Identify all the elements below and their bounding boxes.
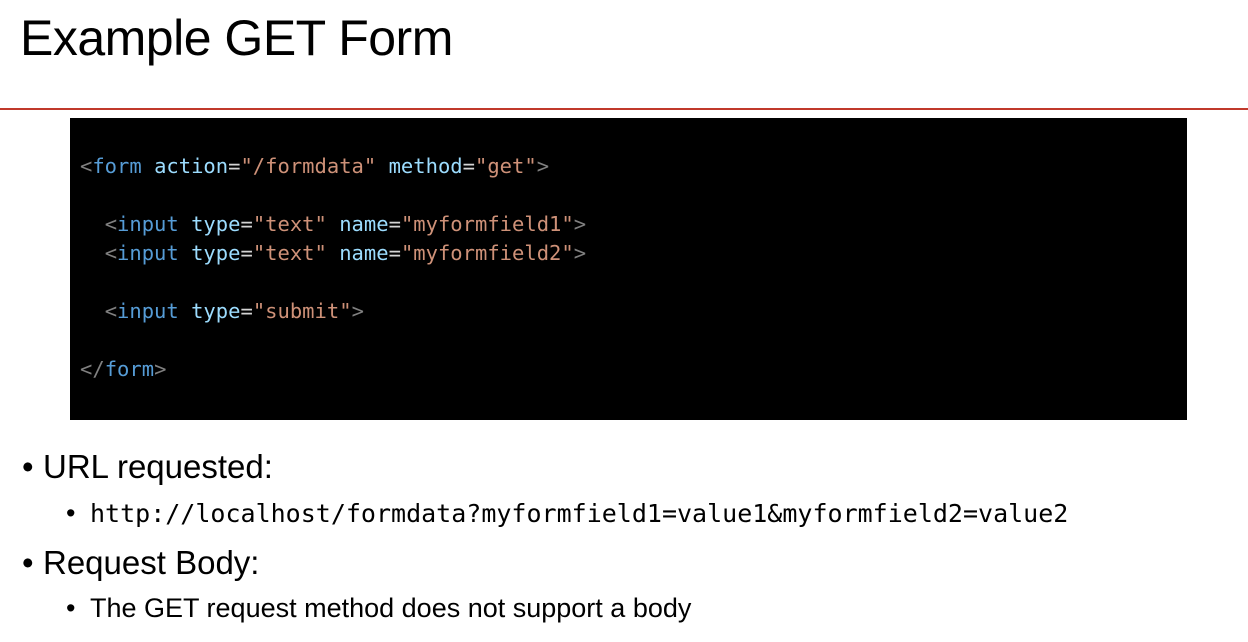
code-attribute: type <box>191 241 241 265</box>
code-bracket: < <box>104 212 118 236</box>
bullet-dot: • <box>22 448 34 485</box>
code-attribute: method <box>388 154 463 178</box>
bullet-url-requested: • URL requested: <box>22 447 273 487</box>
code-string: "/formdata" <box>240 154 377 178</box>
code-tag: input <box>117 212 179 236</box>
code-line-input-field2: <input type="text" name="myformfield2"> <box>80 240 586 266</box>
code-tag: input <box>117 241 179 265</box>
slide-title: Example GET Form <box>20 10 453 66</box>
bullet-dot: • <box>22 544 34 581</box>
bullet-dot: • <box>66 498 76 528</box>
bullet-request-body: • Request Body: <box>22 543 259 583</box>
code-equals: = <box>462 154 475 178</box>
code-tag: form <box>104 357 155 381</box>
code-attribute: name <box>339 241 389 265</box>
code-equals: = <box>240 241 253 265</box>
code-bracket: > <box>573 212 587 236</box>
bullet-heading: URL requested: <box>43 448 273 485</box>
code-bracket: < <box>104 299 118 323</box>
code-line-input-submit: <input type="submit"> <box>80 298 364 324</box>
bullet-dot: • <box>66 593 76 623</box>
code-bracket: > <box>536 154 550 178</box>
code-string: "get" <box>474 154 537 178</box>
url-value: http://localhost/formdata?myformfield1=v… <box>90 499 1069 528</box>
code-bracket: </ <box>80 357 105 381</box>
code-attribute: type <box>191 212 241 236</box>
code-equals: = <box>388 241 401 265</box>
code-attribute: action <box>154 154 229 178</box>
code-bracket: > <box>154 357 167 381</box>
code-attribute: name <box>339 212 389 236</box>
code-bracket: > <box>351 299 364 323</box>
code-line-input-field1: <input type="text" name="myformfield1"> <box>80 211 586 237</box>
code-string: "myformfield2" <box>400 241 574 265</box>
code-equals: = <box>388 212 401 236</box>
bullet-heading: Request Body: <box>43 544 260 581</box>
code-string: "text" <box>252 212 327 236</box>
code-tag: form <box>92 154 142 178</box>
sub-bullet-body-note: • The GET request method does not support… <box>66 591 691 625</box>
code-line-form-close: </form> <box>80 356 166 382</box>
code-tag: input <box>117 299 179 323</box>
code-equals: = <box>240 212 253 236</box>
sub-bullet-url-value: • http://localhost/formdata?myformfield1=… <box>66 496 1068 531</box>
code-bracket: > <box>573 241 587 265</box>
code-bracket: < <box>104 241 118 265</box>
code-block: <form action="/formdata" method="get"> <… <box>70 118 1187 420</box>
code-equals: = <box>228 154 241 178</box>
body-note: The GET request method does not support … <box>90 593 692 623</box>
code-bracket: < <box>80 154 93 178</box>
code-string: "myformfield1" <box>400 212 574 236</box>
title-divider <box>0 108 1248 110</box>
code-line-form-open: <form action="/formdata" method="get"> <box>80 153 549 179</box>
code-string: "submit" <box>252 299 352 323</box>
code-equals: = <box>240 299 253 323</box>
code-string: "text" <box>252 241 327 265</box>
code-attribute: type <box>191 299 241 323</box>
